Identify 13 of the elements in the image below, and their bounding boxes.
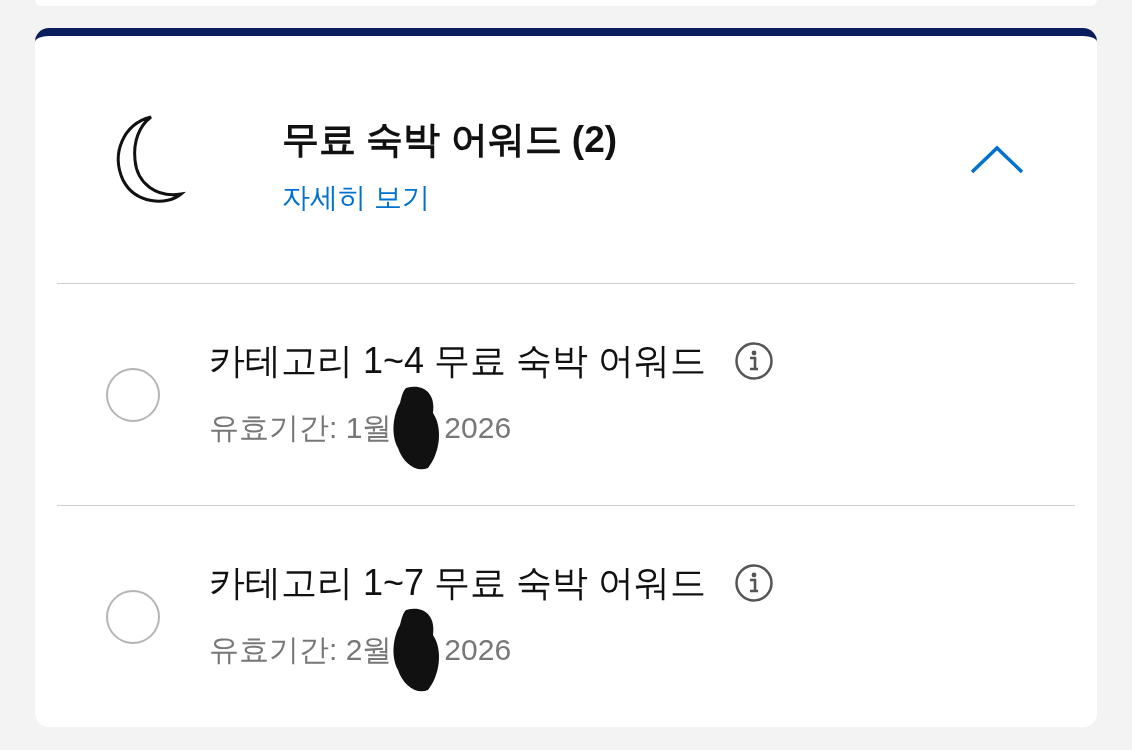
info-icon[interactable] <box>734 340 775 381</box>
validity-text: 유효기간: 2월 <box>209 634 393 665</box>
award-title: 카테고리 1~7 무료 숙박 어워드 <box>209 564 707 601</box>
award-title: 카테고리 1~4 무료 숙박 어워드 <box>209 342 707 379</box>
radio-button[interactable] <box>106 367 160 422</box>
chevron-up-icon[interactable] <box>969 144 1025 175</box>
validity-year: 2026 <box>444 412 512 443</box>
details-link[interactable]: 자세히 보기 <box>282 184 969 212</box>
section-title: 무료 숙박 어워드 (2) <box>282 121 619 158</box>
validity-text: 유효기간: 1월 <box>209 412 393 443</box>
radio-button[interactable] <box>106 589 160 644</box>
info-icon[interactable] <box>734 562 775 603</box>
validity-year: 2026 <box>444 634 512 665</box>
